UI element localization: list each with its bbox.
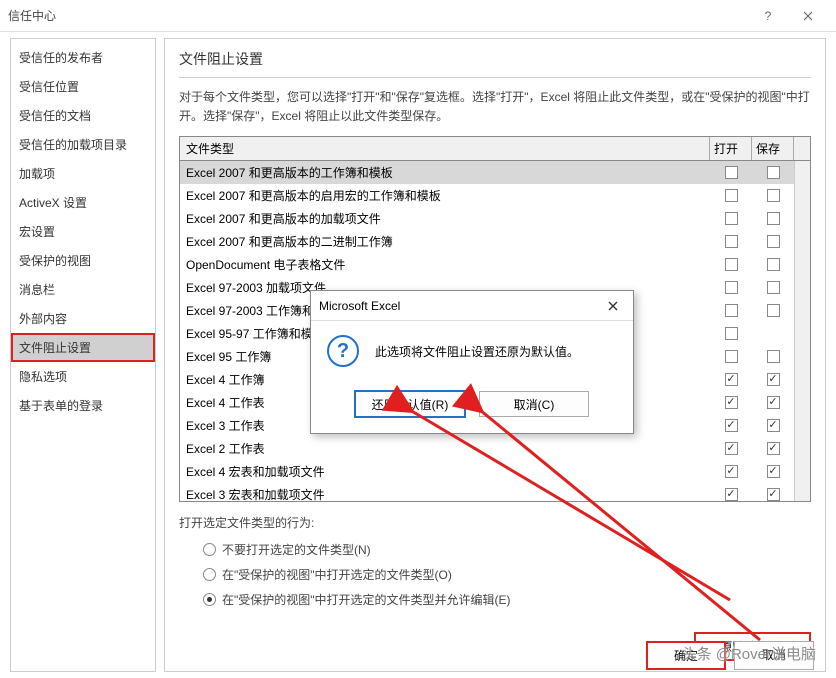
table-scrollbar[interactable]	[794, 161, 810, 501]
question-icon: ?	[327, 335, 359, 367]
col-header-type: 文件类型	[180, 137, 710, 160]
save-checkbox[interactable]	[767, 212, 780, 225]
dialog-restore-button[interactable]: 还原默认值(R)	[355, 391, 465, 417]
table-row[interactable]: Excel 2 工作表	[180, 437, 810, 460]
table-row[interactable]: OpenDocument 电子表格文件	[180, 253, 810, 276]
file-type-label: Excel 2007 和更高版本的加载项文件	[180, 210, 710, 227]
open-checkbox[interactable]	[725, 327, 738, 340]
file-type-label: Excel 4 宏表和加载项文件	[180, 463, 710, 480]
sidebar-item[interactable]: 文件阻止设置	[11, 333, 155, 362]
file-type-label: Excel 2007 和更高版本的启用宏的工作簿和模板	[180, 187, 710, 204]
sidebar-item[interactable]: 受信任的加载项目录	[11, 130, 155, 159]
file-type-label: Excel 2007 和更高版本的工作簿和模板	[180, 164, 710, 181]
save-checkbox[interactable]	[767, 350, 780, 363]
table-row[interactable]: Excel 3 宏表和加载项文件	[180, 483, 810, 501]
save-checkbox[interactable]	[767, 235, 780, 248]
sidebar-item[interactable]: 受保护的视图	[11, 246, 155, 275]
dialog-message: 此选项将文件阻止设置还原为默认值。	[375, 343, 579, 360]
file-type-label: Excel 2 工作表	[180, 440, 710, 457]
dialog-cancel-button[interactable]: 取消(C)	[479, 391, 589, 417]
radio-label: 不要打开选定的文件类型(N)	[222, 541, 371, 558]
behavior-option[interactable]: 在"受保护的视图"中打开选定的文件类型并允许编辑(E)	[179, 587, 811, 612]
file-type-label: Excel 3 宏表和加载项文件	[180, 486, 710, 501]
open-checkbox[interactable]	[725, 419, 738, 432]
save-checkbox[interactable]	[767, 166, 780, 179]
save-checkbox[interactable]	[767, 304, 780, 317]
section-title: 文件阻止设置	[179, 49, 811, 78]
sidebar-item[interactable]: 加载项	[11, 159, 155, 188]
file-type-label: Excel 2007 和更高版本的二进制工作簿	[180, 233, 710, 250]
open-checkbox[interactable]	[725, 373, 738, 386]
radio-icon	[203, 593, 216, 606]
sidebar-item[interactable]: 受信任的文档	[11, 101, 155, 130]
sidebar-item[interactable]: 受信任位置	[11, 72, 155, 101]
dialog-title: Microsoft Excel	[319, 299, 601, 313]
sidebar-item[interactable]: 宏设置	[11, 217, 155, 246]
window-title: 信任中心	[8, 7, 56, 24]
open-checkbox[interactable]	[725, 304, 738, 317]
cancel-button[interactable]: 取消	[734, 641, 814, 670]
sidebar-item[interactable]: 外部内容	[11, 304, 155, 333]
help-button[interactable]: ?	[748, 0, 788, 32]
behavior-label: 打开选定文件类型的行为:	[179, 514, 811, 531]
save-checkbox[interactable]	[767, 465, 780, 478]
radio-icon	[203, 543, 216, 556]
save-checkbox[interactable]	[767, 258, 780, 271]
save-checkbox[interactable]	[767, 396, 780, 409]
radio-label: 在"受保护的视图"中打开选定的文件类型并允许编辑(E)	[222, 591, 511, 608]
sidebar-item[interactable]: 隐私选项	[11, 362, 155, 391]
save-checkbox[interactable]	[767, 373, 780, 386]
save-checkbox[interactable]	[767, 189, 780, 202]
behavior-section: 打开选定文件类型的行为: 不要打开选定的文件类型(N) 在"受保护的视图"中打开选…	[179, 514, 811, 612]
save-checkbox[interactable]	[767, 442, 780, 455]
titlebar: 信任中心 ?	[0, 0, 836, 32]
sidebar-item[interactable]: ActiveX 设置	[11, 188, 155, 217]
table-row[interactable]: Excel 4 宏表和加载项文件	[180, 460, 810, 483]
ok-button[interactable]: 确定	[646, 641, 726, 670]
table-row[interactable]: Excel 2007 和更高版本的启用宏的工作簿和模板	[180, 184, 810, 207]
save-checkbox[interactable]	[767, 281, 780, 294]
sidebar-item[interactable]: 基于表单的登录	[11, 391, 155, 420]
table-row[interactable]: Excel 2007 和更高版本的工作簿和模板	[180, 161, 810, 184]
radio-icon	[203, 568, 216, 581]
open-checkbox[interactable]	[725, 281, 738, 294]
table-row[interactable]: Excel 2007 和更高版本的加载项文件	[180, 207, 810, 230]
behavior-option[interactable]: 不要打开选定的文件类型(N)	[179, 537, 811, 562]
sidebar-item[interactable]: 受信任的发布者	[11, 43, 155, 72]
open-checkbox[interactable]	[725, 350, 738, 363]
file-type-label: OpenDocument 电子表格文件	[180, 256, 710, 273]
col-header-open: 打开	[710, 137, 752, 160]
open-checkbox[interactable]	[725, 442, 738, 455]
open-checkbox[interactable]	[725, 212, 738, 225]
table-row[interactable]: Excel 2007 和更高版本的二进制工作簿	[180, 230, 810, 253]
open-checkbox[interactable]	[725, 189, 738, 202]
col-header-save: 保存	[752, 137, 794, 160]
description: 对于每个文件类型，您可以选择"打开"和"保存"复选框。选择"打开"，Excel …	[179, 88, 811, 126]
confirm-dialog: Microsoft Excel ? 此选项将文件阻止设置还原为默认值。 还原默认…	[310, 290, 634, 434]
sidebar-item[interactable]: 消息栏	[11, 275, 155, 304]
open-checkbox[interactable]	[725, 258, 738, 271]
open-checkbox[interactable]	[725, 396, 738, 409]
open-checkbox[interactable]	[725, 465, 738, 478]
open-checkbox[interactable]	[725, 235, 738, 248]
open-checkbox[interactable]	[725, 488, 738, 501]
dialog-close-button[interactable]	[601, 294, 625, 318]
save-checkbox[interactable]	[767, 419, 780, 432]
open-checkbox[interactable]	[725, 166, 738, 179]
behavior-option[interactable]: 在"受保护的视图"中打开选定的文件类型(O)	[179, 562, 811, 587]
save-checkbox[interactable]	[767, 488, 780, 501]
radio-label: 在"受保护的视图"中打开选定的文件类型(O)	[222, 566, 452, 583]
sidebar: 受信任的发布者受信任位置受信任的文档受信任的加载项目录加载项ActiveX 设置…	[10, 38, 156, 672]
close-button[interactable]	[788, 0, 828, 32]
